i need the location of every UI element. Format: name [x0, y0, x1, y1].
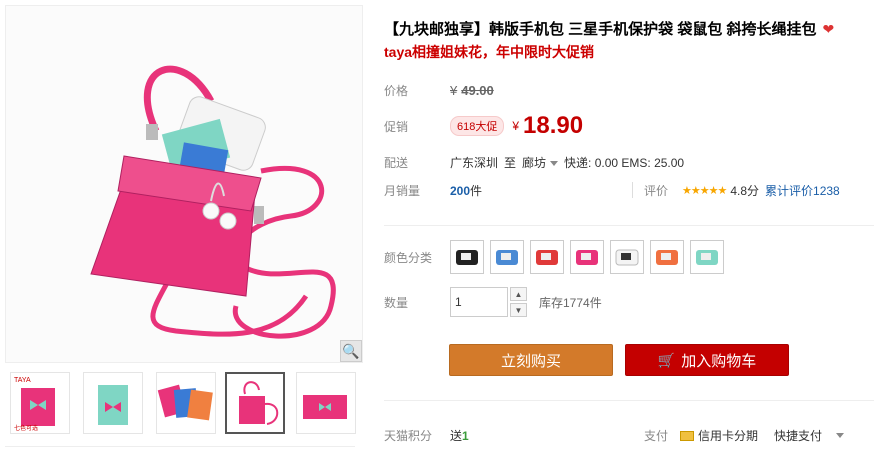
- promo-badge: 618大促: [450, 116, 505, 136]
- points-number: 1: [462, 429, 469, 443]
- monthly-sales-count: 200: [450, 183, 471, 198]
- product-subtitle: taya相撞姐妹花，年中限时大促销: [384, 44, 595, 60]
- section-divider: [384, 225, 874, 226]
- thumbnail-image: [303, 395, 347, 419]
- points-row: 天猫积分 送1: [384, 427, 469, 444]
- thumbnail-3[interactable]: [156, 372, 216, 434]
- thumbnail-1[interactable]: TAYA 七色可选: [10, 372, 70, 434]
- quick-pay[interactable]: 快捷支付: [774, 427, 822, 444]
- monthly-sales-label: 月销量: [384, 184, 421, 198]
- product-details: 【九块邮独享】韩版手机包 三星手机保护袋 袋鼠包 斜挎长绳挂包 ❤ taya相撞姐…: [376, 0, 877, 454]
- color-swatch[interactable]: [690, 240, 724, 274]
- product-photo: [90, 65, 336, 339]
- stock-count: 库存1774件: [539, 295, 602, 310]
- increment-icon[interactable]: ▲: [510, 287, 527, 301]
- rating-block: 评价 ★★★★★ 4.8分 累计评价1238: [644, 182, 840, 199]
- product-gallery: 🔍 TAYA 七色可选: [0, 0, 370, 454]
- vertical-divider: [632, 182, 633, 198]
- thumbnail-image: [98, 385, 128, 425]
- thumb-corner-text: 七色可选: [14, 424, 38, 432]
- chevron-down-icon: [550, 161, 559, 167]
- add-to-cart-button[interactable]: 🛒 加入购物车: [625, 344, 789, 376]
- rating-score: 4.8分: [730, 184, 760, 198]
- decrement-icon[interactable]: ▼: [510, 303, 527, 317]
- shipping-label: 配送: [384, 156, 409, 170]
- color-swatch[interactable]: [490, 240, 524, 274]
- thumbnail-image: [157, 384, 213, 421]
- zoom-icon[interactable]: 🔍: [340, 340, 362, 362]
- add-to-cart-label: 加入购物车: [681, 352, 757, 370]
- shipping-fees: 快递: 0.00 EMS: 25.00: [564, 156, 685, 170]
- monthly-sales-unit: 件: [470, 184, 483, 198]
- color-swatch[interactable]: [650, 240, 684, 274]
- original-price-value: 49.00: [461, 83, 494, 98]
- promo-row: 促销 618大促 ¥ 18.90: [384, 112, 583, 140]
- price-row: 价格 ¥49.00: [384, 82, 494, 99]
- quantity-input[interactable]: [450, 287, 508, 317]
- original-price: ¥49.00: [450, 83, 494, 98]
- monthly-sales-row: 月销量 200 件: [384, 182, 482, 199]
- color-swatches: [450, 240, 724, 274]
- color-label: 颜色分类: [384, 250, 433, 265]
- thumbnail-5[interactable]: [296, 372, 356, 434]
- star-rating-icon: ★★★★★: [682, 185, 727, 197]
- product-title: 【九块邮独享】韩版手机包 三星手机保护袋 袋鼠包 斜挎长绳挂包 ❤: [384, 18, 869, 41]
- product-title-text: 【九块邮独享】韩版手机包 三星手机保护袋 袋鼠包 斜挎长绳挂包: [384, 21, 817, 38]
- gallery-bottom-divider: [5, 446, 355, 447]
- thumbnail-strip: TAYA 七色可选: [5, 372, 363, 442]
- points-prefix: 送: [450, 429, 463, 443]
- heart-bow-icon: ❤: [822, 21, 835, 37]
- credit-card-icon: [680, 430, 695, 441]
- credit-installment[interactable]: 信用卡分期: [698, 427, 758, 444]
- thumbnail-image: [239, 381, 279, 425]
- color-swatch[interactable]: [530, 240, 564, 274]
- cart-icon: 🛒: [657, 351, 676, 368]
- quantity-stepper: ▲ ▼: [510, 287, 527, 317]
- shipping-row: 配送 广东深圳 至 廊坊 快递: 0.00 EMS: 25.00: [384, 154, 684, 171]
- rating-label: 评价: [644, 184, 669, 198]
- buy-now-button[interactable]: 立刻购买: [449, 344, 613, 376]
- main-product-image[interactable]: 🔍: [5, 5, 363, 363]
- points-value: 送1: [450, 427, 469, 444]
- quantity-row: 数量 ▲ ▼ 库存1774件: [384, 287, 602, 317]
- thumbnail-image: TAYA 七色可选: [14, 377, 55, 432]
- currency-symbol: ¥: [450, 83, 458, 98]
- thumbnail-2[interactable]: [83, 372, 143, 434]
- ship-to-word: 至: [504, 156, 517, 170]
- points-label: 天猫积分: [384, 429, 433, 443]
- chevron-down-icon[interactable]: [836, 433, 845, 438]
- ship-to-value: 廊坊: [522, 156, 547, 170]
- quantity-label: 数量: [384, 295, 409, 310]
- payment-label: 支付: [644, 429, 669, 443]
- ship-from: 广东深圳: [450, 156, 499, 170]
- color-row: 颜色分类: [384, 240, 724, 274]
- ship-to-select[interactable]: 廊坊: [522, 154, 564, 171]
- thumb-brand-text: TAYA: [14, 377, 31, 384]
- thumbnail-4-selected[interactable]: [225, 372, 285, 434]
- color-swatch[interactable]: [570, 240, 604, 274]
- payment-block: 支付 信用卡分期 快捷支付: [644, 427, 850, 444]
- price-label: 价格: [384, 84, 409, 98]
- cumulative-reviews-link[interactable]: 累计评价1238: [765, 182, 840, 199]
- sale-price: 18.90: [523, 112, 584, 139]
- color-swatch[interactable]: [610, 240, 644, 274]
- color-swatch[interactable]: [450, 240, 484, 274]
- promo-label: 促销: [384, 119, 409, 134]
- currency-symbol: ¥: [512, 119, 520, 133]
- section-divider: [384, 400, 874, 401]
